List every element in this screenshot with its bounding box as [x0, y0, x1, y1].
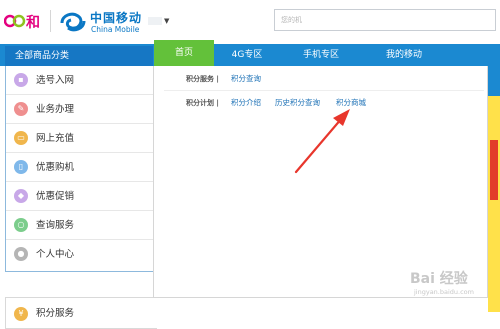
phone-icon: ▯	[14, 160, 28, 174]
link-points-intro[interactable]: 积分介绍	[231, 92, 261, 114]
sidebar-item-label: 优惠购机	[36, 162, 75, 173]
side-ad-accent	[490, 140, 498, 200]
user-icon: ●	[14, 247, 28, 261]
sidebar-item-query[interactable]: ○ 查询服务	[6, 211, 153, 240]
baidu-watermark: Bai 经验	[410, 271, 468, 287]
link-points-mall[interactable]: 积分商城	[336, 92, 366, 114]
link-points-query[interactable]: 积分查询	[231, 68, 261, 90]
sidebar-item-business[interactable]: ✎ 业务办理	[6, 95, 153, 124]
site-header: 和 中国移动 China Mobile ▼	[0, 0, 500, 42]
city-selector[interactable]	[148, 17, 162, 25]
magnifier-icon: ○	[14, 218, 28, 232]
brand-name-cn: 中国移动	[90, 11, 143, 25]
sidebar-item-label: 网上充值	[36, 133, 75, 144]
he-logo-text: 和	[26, 15, 40, 31]
logo-divider	[50, 10, 51, 32]
submenu-row-points-plan: 积分计划 | 积分介绍 历史积分查询 积分商城	[154, 92, 488, 114]
sidebar-item-phone-deals[interactable]: ▯ 优惠购机	[6, 153, 153, 182]
baidu-watermark-url: jingyan.baidu.com	[414, 288, 474, 296]
divider	[164, 90, 484, 91]
tab-home[interactable]: 首页	[154, 40, 214, 66]
points-submenu-panel: 积分服务 | 积分查询 积分计划 | 积分介绍 历史积分查询 积分商城	[153, 66, 488, 298]
submenu-category: 积分计划 |	[186, 99, 219, 107]
sidebar-item-promotions[interactable]: ◆ 优惠促销	[6, 182, 153, 211]
all-categories-heading[interactable]: 全部商品分类	[5, 46, 153, 66]
submenu-category: 积分服务 |	[186, 75, 219, 83]
sidebar-item-points-service[interactable]: ¥ 积分服务	[5, 297, 157, 329]
sidebar-item-select-number[interactable]: ▪ 选号入网	[6, 66, 153, 95]
tab-phone-zone[interactable]: 手机专区	[296, 44, 346, 66]
sidebar-item-recharge[interactable]: ▭ 网上充值	[6, 124, 153, 153]
sidebar-item-label: 查询服务	[36, 220, 75, 231]
brand-name-en: China Mobile	[91, 25, 140, 34]
sidebar-item-label: 业务办理	[36, 104, 75, 115]
sidebar-item-label: 选号入网	[36, 75, 75, 86]
sidebar-item-label: 个人中心	[36, 249, 75, 260]
tag-icon: ◆	[14, 189, 28, 203]
coin-icon: ¥	[14, 307, 28, 321]
submenu-row-points-service: 积分服务 | 积分查询	[154, 68, 488, 90]
sidebar-item-label: 优惠促销	[36, 191, 75, 202]
search-input[interactable]	[274, 9, 496, 31]
he-logo[interactable]: 和	[4, 8, 46, 34]
sidebar-item-label: 积分服务	[36, 308, 75, 319]
china-mobile-logo-icon[interactable]	[58, 9, 88, 35]
pen-icon: ✎	[14, 102, 28, 116]
tab-4g-zone[interactable]: 4G专区	[224, 44, 270, 66]
sim-card-icon: ▪	[14, 73, 28, 87]
category-sidebar: ▪ 选号入网 ✎ 业务办理 ▭ 网上充值 ▯ 优惠购机 ◆ 优惠促销 ○ 查询服…	[5, 66, 153, 272]
link-points-history[interactable]: 历史积分查询	[275, 92, 320, 114]
chevron-down-icon[interactable]: ▼	[164, 17, 169, 25]
sidebar-item-personal[interactable]: ● 个人中心	[6, 240, 153, 269]
side-ad-banner[interactable]	[488, 96, 500, 312]
wallet-icon: ▭	[14, 131, 28, 145]
tab-my-mobile[interactable]: 我的移动	[374, 44, 434, 66]
